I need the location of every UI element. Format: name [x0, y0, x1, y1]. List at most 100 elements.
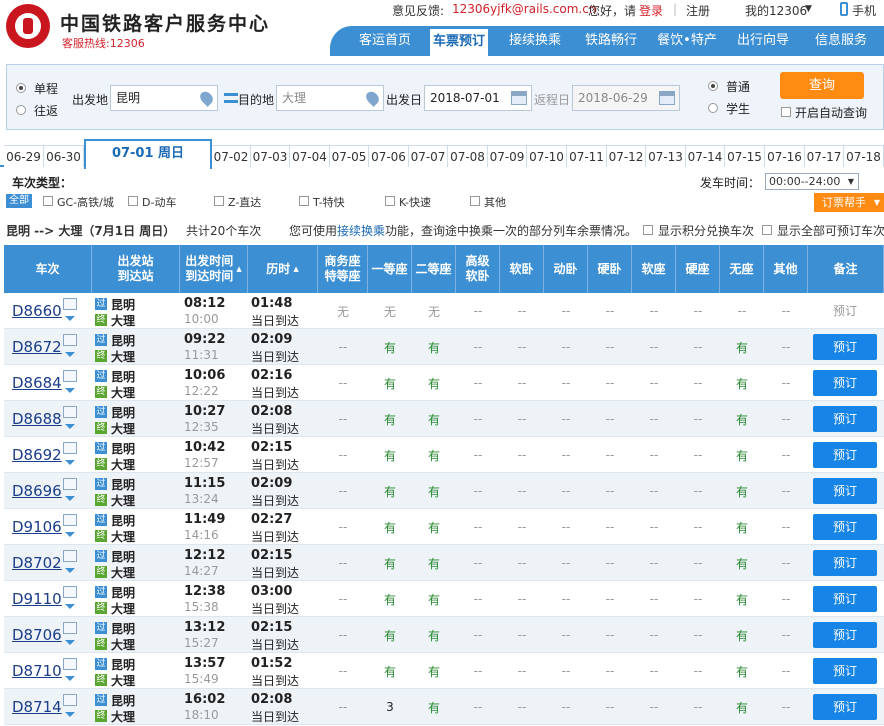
- seat-availability[interactable]: 有: [720, 581, 764, 617]
- seat-availability[interactable]: 有: [368, 437, 412, 473]
- departure-date-input[interactable]: 2018-07-01: [424, 85, 532, 111]
- train-info-icon[interactable]: [63, 406, 77, 418]
- seat-availability[interactable]: 有: [720, 329, 764, 365]
- type-z-checkbox[interactable]: [214, 196, 224, 206]
- type-other-checkbox[interactable]: [470, 196, 480, 206]
- seat-availability[interactable]: 有: [368, 545, 412, 581]
- train-info-icon[interactable]: [63, 334, 77, 346]
- train-info-icon[interactable]: [63, 514, 77, 526]
- train-info-icon[interactable]: [63, 478, 77, 490]
- nav-ticket-booking[interactable]: 车票预订: [428, 27, 490, 56]
- expand-arrow-icon[interactable]: [65, 712, 75, 717]
- return-date-input[interactable]: 2018-06-29: [572, 85, 680, 111]
- train-number-link[interactable]: D8696: [12, 482, 62, 500]
- date-tab[interactable]: 07-15: [725, 145, 765, 167]
- login-link[interactable]: 登录: [639, 2, 663, 19]
- date-tab[interactable]: 07-02: [212, 145, 251, 167]
- seat-availability[interactable]: 有: [412, 437, 456, 473]
- date-tab[interactable]: 07-12: [607, 145, 646, 167]
- date-tab[interactable]: 07-10: [527, 145, 567, 167]
- single-trip-radio[interactable]: [16, 83, 26, 93]
- train-info-icon[interactable]: [63, 658, 77, 670]
- date-tab[interactable]: 07-13: [646, 145, 686, 167]
- train-info-icon[interactable]: [63, 370, 77, 382]
- swap-stations-icon[interactable]: [224, 92, 238, 104]
- column-header[interactable]: 出发时间 到达时间 ▲: [180, 245, 248, 293]
- nav-travel-guide[interactable]: 出行向导: [728, 26, 798, 56]
- date-tab[interactable]: 07-17: [805, 145, 844, 167]
- return-trip-radio[interactable]: [16, 105, 26, 115]
- date-tab[interactable]: 07-03: [251, 145, 290, 167]
- mobile-link[interactable]: 手机: [852, 2, 876, 19]
- book-button[interactable]: 预订: [813, 622, 877, 648]
- date-tab[interactable]: 07-16: [765, 145, 805, 167]
- seat-availability[interactable]: 有: [368, 365, 412, 401]
- book-button[interactable]: 预订: [813, 550, 877, 576]
- seat-availability[interactable]: 有: [720, 545, 764, 581]
- book-button[interactable]: 预订: [813, 334, 877, 360]
- book-button[interactable]: 预订: [813, 406, 877, 432]
- expand-arrow-icon[interactable]: [65, 568, 75, 573]
- book-button[interactable]: 预订: [813, 370, 877, 396]
- points-checkbox[interactable]: [643, 225, 653, 235]
- seat-availability[interactable]: 有: [412, 473, 456, 509]
- student-ticket-radio[interactable]: [708, 103, 718, 113]
- train-number-link[interactable]: D8710: [12, 662, 62, 680]
- nav-home[interactable]: 客运首页: [350, 26, 420, 56]
- seat-availability[interactable]: 有: [368, 473, 412, 509]
- train-number-link[interactable]: D8660: [12, 302, 62, 320]
- train-number-link[interactable]: D9110: [12, 590, 62, 608]
- seat-availability[interactable]: 有: [368, 509, 412, 545]
- date-tab[interactable]: 07-18: [844, 145, 884, 167]
- seat-availability[interactable]: 有: [720, 653, 764, 689]
- train-number-link[interactable]: D8688: [12, 410, 62, 428]
- seat-availability[interactable]: 有: [412, 545, 456, 581]
- type-k-checkbox[interactable]: [385, 196, 395, 206]
- seat-availability[interactable]: 有: [720, 689, 764, 725]
- normal-ticket-radio[interactable]: [708, 81, 718, 91]
- seat-availability[interactable]: 有: [368, 329, 412, 365]
- seat-availability[interactable]: 有: [720, 473, 764, 509]
- train-number-link[interactable]: D8684: [12, 374, 62, 392]
- date-tab[interactable]: 07-14: [686, 145, 725, 167]
- seat-availability[interactable]: 有: [720, 617, 764, 653]
- date-tab[interactable]: 07-11: [567, 145, 607, 167]
- feedback-email-link[interactable]: 12306yjfk@rails.com.cn: [452, 2, 596, 16]
- seat-availability[interactable]: 有: [368, 581, 412, 617]
- seat-availability[interactable]: 有: [412, 689, 456, 725]
- train-number-link[interactable]: D8692: [12, 446, 62, 464]
- seat-availability[interactable]: 有: [720, 437, 764, 473]
- expand-arrow-icon[interactable]: [65, 460, 75, 465]
- train-number-link[interactable]: D8706: [12, 626, 62, 644]
- train-info-icon[interactable]: [63, 550, 77, 562]
- show-all-checkbox[interactable]: [762, 225, 772, 235]
- book-button[interactable]: 预订: [813, 694, 877, 720]
- expand-arrow-icon[interactable]: [65, 424, 75, 429]
- train-number-link[interactable]: D8714: [12, 698, 62, 716]
- seat-availability[interactable]: 有: [720, 365, 764, 401]
- column-header[interactable]: 历时 ▲: [248, 245, 318, 293]
- train-info-icon[interactable]: [63, 586, 77, 598]
- seat-availability[interactable]: 有: [412, 653, 456, 689]
- seat-availability[interactable]: 有: [368, 401, 412, 437]
- expand-arrow-icon[interactable]: [65, 640, 75, 645]
- seat-availability[interactable]: 有: [412, 365, 456, 401]
- query-button[interactable]: 查询: [780, 72, 864, 99]
- date-tab[interactable]: 07-05: [330, 145, 369, 167]
- seat-availability[interactable]: 有: [412, 509, 456, 545]
- nav-info-service[interactable]: 信息服务: [806, 26, 876, 56]
- train-info-icon[interactable]: [63, 298, 77, 310]
- date-tab[interactable]: 07-08: [448, 145, 488, 167]
- train-number-link[interactable]: D9106: [12, 518, 62, 536]
- expand-arrow-icon[interactable]: [65, 676, 75, 681]
- train-number-link[interactable]: D8672: [12, 338, 62, 356]
- seat-availability[interactable]: 有: [720, 401, 764, 437]
- nav-railway-pass[interactable]: 铁路畅行: [576, 26, 646, 56]
- type-d-checkbox[interactable]: [128, 196, 138, 206]
- seat-availability[interactable]: 有: [412, 401, 456, 437]
- train-info-icon[interactable]: [63, 442, 77, 454]
- all-types-button[interactable]: 全部: [6, 194, 32, 208]
- type-t-checkbox[interactable]: [299, 196, 309, 206]
- seat-availability[interactable]: 有: [412, 581, 456, 617]
- date-tab[interactable]: 07-09: [488, 145, 527, 167]
